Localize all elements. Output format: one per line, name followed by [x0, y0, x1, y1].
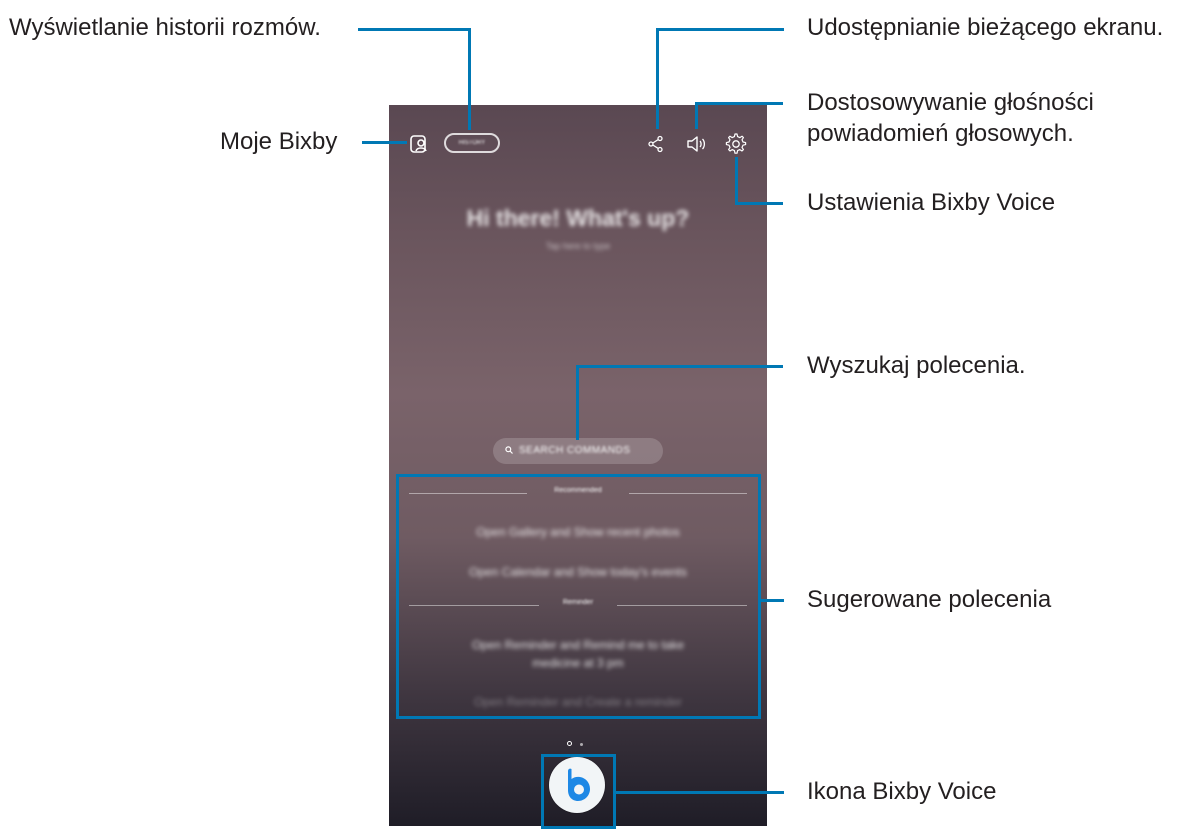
callout-label-share: Udostępnianie bieżącego ekranu.	[807, 14, 1164, 41]
callout-line-settings	[735, 202, 783, 205]
callout-label-settings: Ustawienia Bixby Voice	[807, 189, 1056, 216]
callout-line-history	[358, 28, 471, 31]
callout-label-suggested: Sugerowane polecenia	[807, 586, 1052, 613]
callout-line-search	[576, 365, 579, 440]
search-commands-label: SEARCH COMMANDS	[519, 445, 631, 456]
greeting-subtext[interactable]: Tap here to type	[389, 241, 767, 251]
callout-label-history: Wyświetlanie historii rozmów.	[9, 14, 321, 41]
callout-line-my-bixby	[362, 141, 407, 144]
page-dot	[580, 743, 583, 746]
callout-label-volume-line2: powiadomień głosowych.	[807, 120, 1074, 147]
callout-line-history	[468, 28, 471, 130]
history-button-label: HISTORY	[458, 140, 486, 146]
greeting-text: Hi there! What's up?	[466, 205, 690, 231]
callout-box-suggested	[396, 474, 761, 719]
callout-box-bixby-icon	[541, 754, 616, 829]
callout-label-bixby-icon: Ikona Bixby Voice	[807, 778, 997, 805]
page-dot-active	[567, 741, 572, 746]
callout-label-my-bixby: Moje Bixby	[220, 128, 338, 155]
callout-label-volume-line1: Dostosowywanie głośności	[807, 89, 1094, 116]
history-button[interactable]: HISTORY	[444, 133, 500, 153]
callout-label-search: Wyszukaj polecenia.	[807, 352, 1026, 379]
callout-line-volume	[695, 102, 783, 105]
callout-line-volume	[695, 102, 698, 129]
callout-line-bixby-icon	[616, 791, 784, 794]
callout-line-share	[656, 28, 659, 129]
callout-line-suggested	[761, 599, 784, 602]
callout-line-share	[656, 28, 784, 31]
volume-icon[interactable]	[685, 134, 707, 154]
search-commands-button[interactable]: SEARCH COMMANDS	[493, 438, 663, 464]
search-icon	[505, 446, 513, 454]
callout-line-search	[576, 365, 783, 368]
share-icon[interactable]	[647, 135, 665, 153]
gear-icon[interactable]	[725, 133, 747, 155]
callout-label-volume: Dostosowywanie głośności powiadomień gło…	[807, 89, 1094, 148]
profile-icon[interactable]	[409, 134, 429, 154]
page-indicator	[567, 733, 591, 751]
callout-line-settings	[735, 157, 738, 204]
